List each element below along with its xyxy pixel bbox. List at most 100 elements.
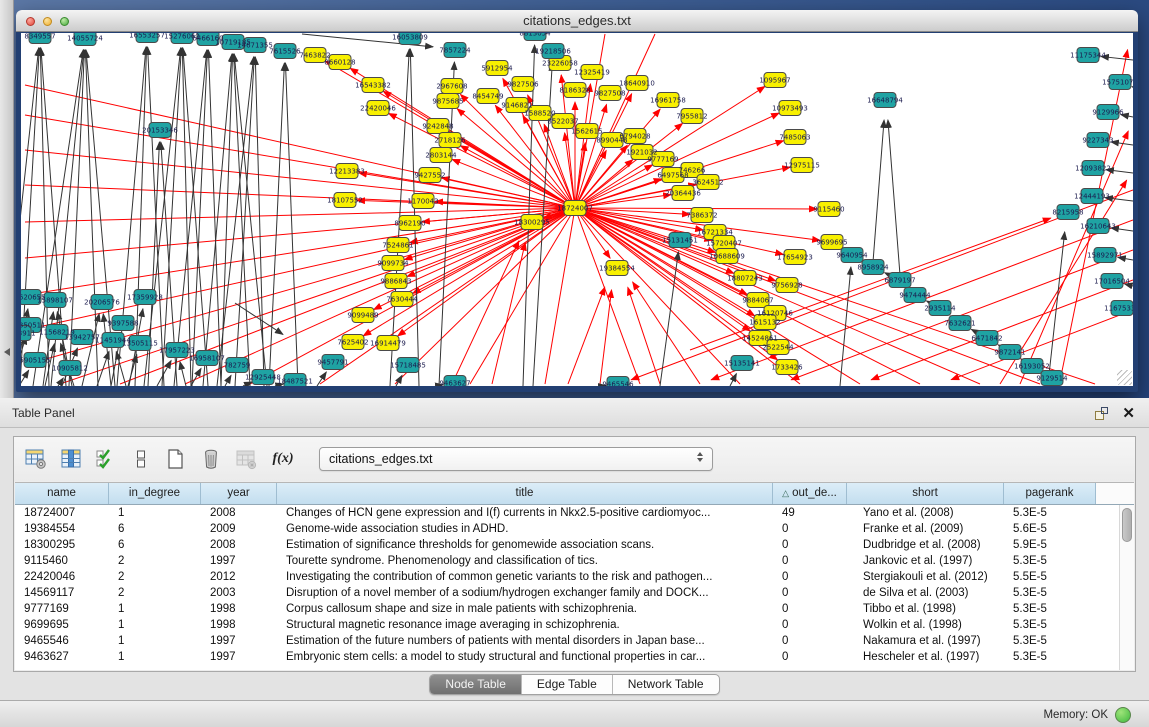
svg-text:1170043: 1170043 — [407, 197, 438, 205]
column-header-pagerank[interactable]: pagerank — [1004, 483, 1096, 504]
cell-name: 9465546 — [15, 633, 109, 649]
svg-text:7857224: 7857224 — [439, 46, 471, 54]
table-toolbar: f(x) citations_edges.txt — [14, 437, 1135, 481]
svg-text:6879197: 6879197 — [884, 276, 915, 284]
table-row[interactable]: 1456911722003Disruption of a novel membe… — [15, 585, 1119, 601]
network-canvas[interactable]: 7463822866012816543382296760859129549827… — [21, 33, 1133, 386]
citation-graph[interactable]: 7463822866012816543382296760859129549827… — [21, 33, 1133, 386]
table-row[interactable]: 946554611997Estimation of the future num… — [15, 633, 1119, 649]
close-panel-icon[interactable]: ✕ — [1122, 406, 1135, 421]
expand-panel-arrow-icon[interactable] — [4, 348, 10, 356]
table-mode-icon[interactable] — [23, 446, 49, 472]
svg-text:9884067: 9884067 — [742, 296, 773, 304]
cell-year: 1997 — [201, 633, 277, 649]
table-row[interactable]: 2242004622012Investigating the contribut… — [15, 569, 1119, 585]
svg-text:15135141: 15135141 — [724, 359, 760, 367]
cell-pagerank: 5.3E-5 — [1004, 585, 1096, 601]
cell-title: Structural magnetic resonance image aver… — [277, 617, 773, 633]
control-panel-collapsed-strip[interactable] — [0, 0, 14, 398]
svg-text:9872141: 9872141 — [994, 348, 1025, 356]
cell-pagerank: 5.3E-5 — [1004, 617, 1096, 633]
delete-table-icon[interactable] — [233, 446, 259, 472]
column-selection-icon[interactable] — [93, 446, 119, 472]
column-header-in_degree[interactable]: in_degree — [109, 483, 201, 504]
svg-text:18487521: 18487521 — [277, 377, 313, 385]
column-header-short[interactable]: short — [847, 483, 1004, 504]
function-builder-icon[interactable]: f(x) — [268, 451, 298, 467]
svg-text:5905155: 5905155 — [21, 356, 51, 364]
svg-text:16120746: 16120746 — [757, 309, 793, 317]
table-row[interactable]: 1830029562008Estimation of significance … — [15, 537, 1119, 553]
delete-column-icon[interactable] — [198, 446, 224, 472]
svg-text:9099489: 9099489 — [347, 311, 378, 319]
svg-text:9227343: 9227343 — [1082, 136, 1113, 144]
svg-text:1095967: 1095967 — [759, 76, 790, 84]
svg-text:7485063: 7485063 — [779, 133, 810, 141]
create-column-icon[interactable] — [163, 446, 189, 472]
cell-pagerank: 5.3E-5 — [1004, 633, 1096, 649]
column-header-out_degree[interactable]: △out_de... — [773, 483, 847, 504]
svg-text:9756928: 9756928 — [771, 281, 802, 289]
table-row[interactable]: 1938455462009Genome-wide association stu… — [15, 521, 1119, 537]
svg-text:9129966: 9129966 — [1092, 108, 1124, 116]
svg-text:10905812: 10905812 — [52, 364, 88, 372]
svg-text:9640954: 9640954 — [836, 251, 868, 259]
cell-in_degree: 2 — [109, 585, 201, 601]
svg-text:16543382: 16543382 — [355, 81, 391, 89]
cell-year: 1998 — [201, 617, 277, 633]
svg-text:7615526: 7615526 — [269, 47, 301, 55]
cell-pagerank: 5.3E-5 — [1004, 553, 1096, 569]
float-panel-icon[interactable] — [1095, 407, 1108, 420]
column-header-title[interactable]: title — [277, 483, 773, 504]
table-selector-dropdown[interactable]: citations_edges.txt — [319, 447, 713, 471]
cell-name: 9115460 — [15, 553, 109, 569]
svg-text:8215958: 8215958 — [1052, 208, 1083, 216]
svg-text:9115460: 9115460 — [813, 205, 844, 213]
memory-status-label: Memory: OK — [1043, 709, 1108, 721]
tab-network-table[interactable]: Network Table — [613, 675, 719, 694]
cell-title: Investigating the contribution of common… — [277, 569, 773, 585]
svg-text:9827506: 9827506 — [507, 80, 539, 88]
svg-text:746266: 746266 — [679, 166, 706, 174]
scrollbar-thumb[interactable] — [1122, 508, 1132, 542]
svg-text:8186328: 8186328 — [559, 86, 590, 94]
svg-text:12325419: 12325419 — [574, 68, 610, 76]
show-columns-icon[interactable] — [58, 446, 84, 472]
cell-in_degree: 6 — [109, 521, 201, 537]
tab-node-table[interactable]: Node Table — [430, 675, 522, 694]
network-window[interactable]: citations_edges.txt 7463822866 — [16, 10, 1138, 392]
cell-name: 14569117 — [15, 585, 109, 601]
table-row[interactable]: 977716911998Corpus callosum shape and si… — [15, 601, 1119, 617]
column-header-year[interactable]: year — [201, 483, 277, 504]
svg-text:10688609: 10688609 — [709, 252, 745, 260]
cell-name: 18300295 — [15, 537, 109, 553]
table-row[interactable]: 911546021997Tourette syndrome. Phenomeno… — [15, 553, 1119, 569]
cell-out_degree: 0 — [773, 569, 847, 585]
resize-grip-icon[interactable] — [1117, 370, 1132, 385]
row-height-icon[interactable] — [128, 446, 154, 472]
cell-short: Jankovic et al. (1997) — [847, 553, 1004, 569]
svg-text:12093822: 12093822 — [1075, 164, 1111, 172]
cell-short: de Silva et al. (2003) — [847, 585, 1004, 601]
network-window-titlebar[interactable]: citations_edges.txt — [16, 10, 1138, 32]
cell-year: 2008 — [201, 537, 277, 553]
cell-in_degree: 1 — [109, 649, 201, 665]
tab-edge-table[interactable]: Edge Table — [522, 675, 613, 694]
svg-text:16961758: 16961758 — [650, 96, 686, 104]
column-header-name[interactable]: name — [15, 483, 109, 504]
table-panel: Table Panel ✕ — [0, 398, 1149, 700]
table-row[interactable]: 969969511998Structural magnetic resonanc… — [15, 617, 1119, 633]
svg-text:18640910: 18640910 — [619, 79, 655, 87]
memory-status-indicator[interactable] — [1115, 707, 1131, 723]
svg-text:16053809: 16053809 — [392, 33, 428, 41]
node-table: namein_degreeyeartitle△out_de...shortpag… — [15, 482, 1134, 670]
cell-name: 9463627 — [15, 649, 109, 665]
svg-text:16648794: 16648794 — [867, 96, 903, 104]
vertical-scrollbar[interactable] — [1119, 505, 1134, 670]
svg-text:20153346: 20153346 — [142, 126, 178, 134]
svg-text:15892971: 15892971 — [1087, 251, 1123, 259]
table-row[interactable]: 946362711997Embryonic stem cells: a mode… — [15, 649, 1119, 665]
cell-name: 9777169 — [15, 601, 109, 617]
cell-short: Stergiakouli et al. (2012) — [847, 569, 1004, 585]
table-row[interactable]: 1872400712008Changes of HCN gene express… — [15, 505, 1119, 521]
